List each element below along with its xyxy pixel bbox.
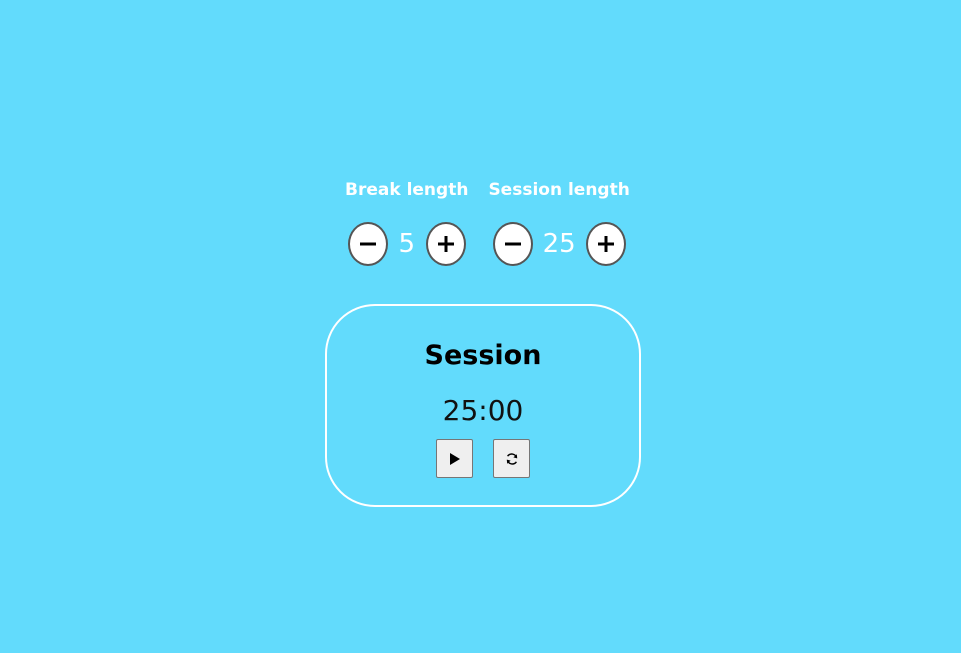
timer-label: Session bbox=[424, 340, 542, 371]
minus-icon bbox=[359, 242, 376, 246]
session-increment-button[interactable] bbox=[585, 222, 626, 266]
plus-icon bbox=[437, 236, 454, 252]
session-length-value: 25 bbox=[542, 229, 576, 259]
length-controls: Break length 5 Session length 25 bbox=[345, 178, 630, 266]
time-left-display: 25:00 bbox=[442, 394, 524, 427]
break-length-value: 5 bbox=[398, 229, 415, 259]
session-length-label: Session length bbox=[488, 180, 630, 200]
session-length-group: Session length 25 bbox=[488, 178, 630, 266]
break-decrement-button[interactable] bbox=[347, 222, 388, 266]
timer-panel: Session 25:00 bbox=[325, 304, 641, 507]
refresh-icon bbox=[506, 452, 517, 465]
play-icon bbox=[449, 452, 460, 465]
plus-icon bbox=[597, 236, 614, 252]
session-decrement-button[interactable] bbox=[492, 222, 533, 266]
start-stop-button[interactable] bbox=[436, 439, 473, 478]
break-length-label: Break length bbox=[345, 180, 469, 200]
break-increment-button[interactable] bbox=[425, 222, 466, 266]
break-length-stepper: 5 bbox=[347, 222, 466, 266]
break-length-group: Break length 5 bbox=[345, 178, 468, 266]
reset-button[interactable] bbox=[493, 439, 530, 478]
session-length-stepper: 25 bbox=[492, 222, 626, 266]
minus-icon bbox=[504, 242, 521, 246]
timer-controls bbox=[436, 439, 530, 478]
